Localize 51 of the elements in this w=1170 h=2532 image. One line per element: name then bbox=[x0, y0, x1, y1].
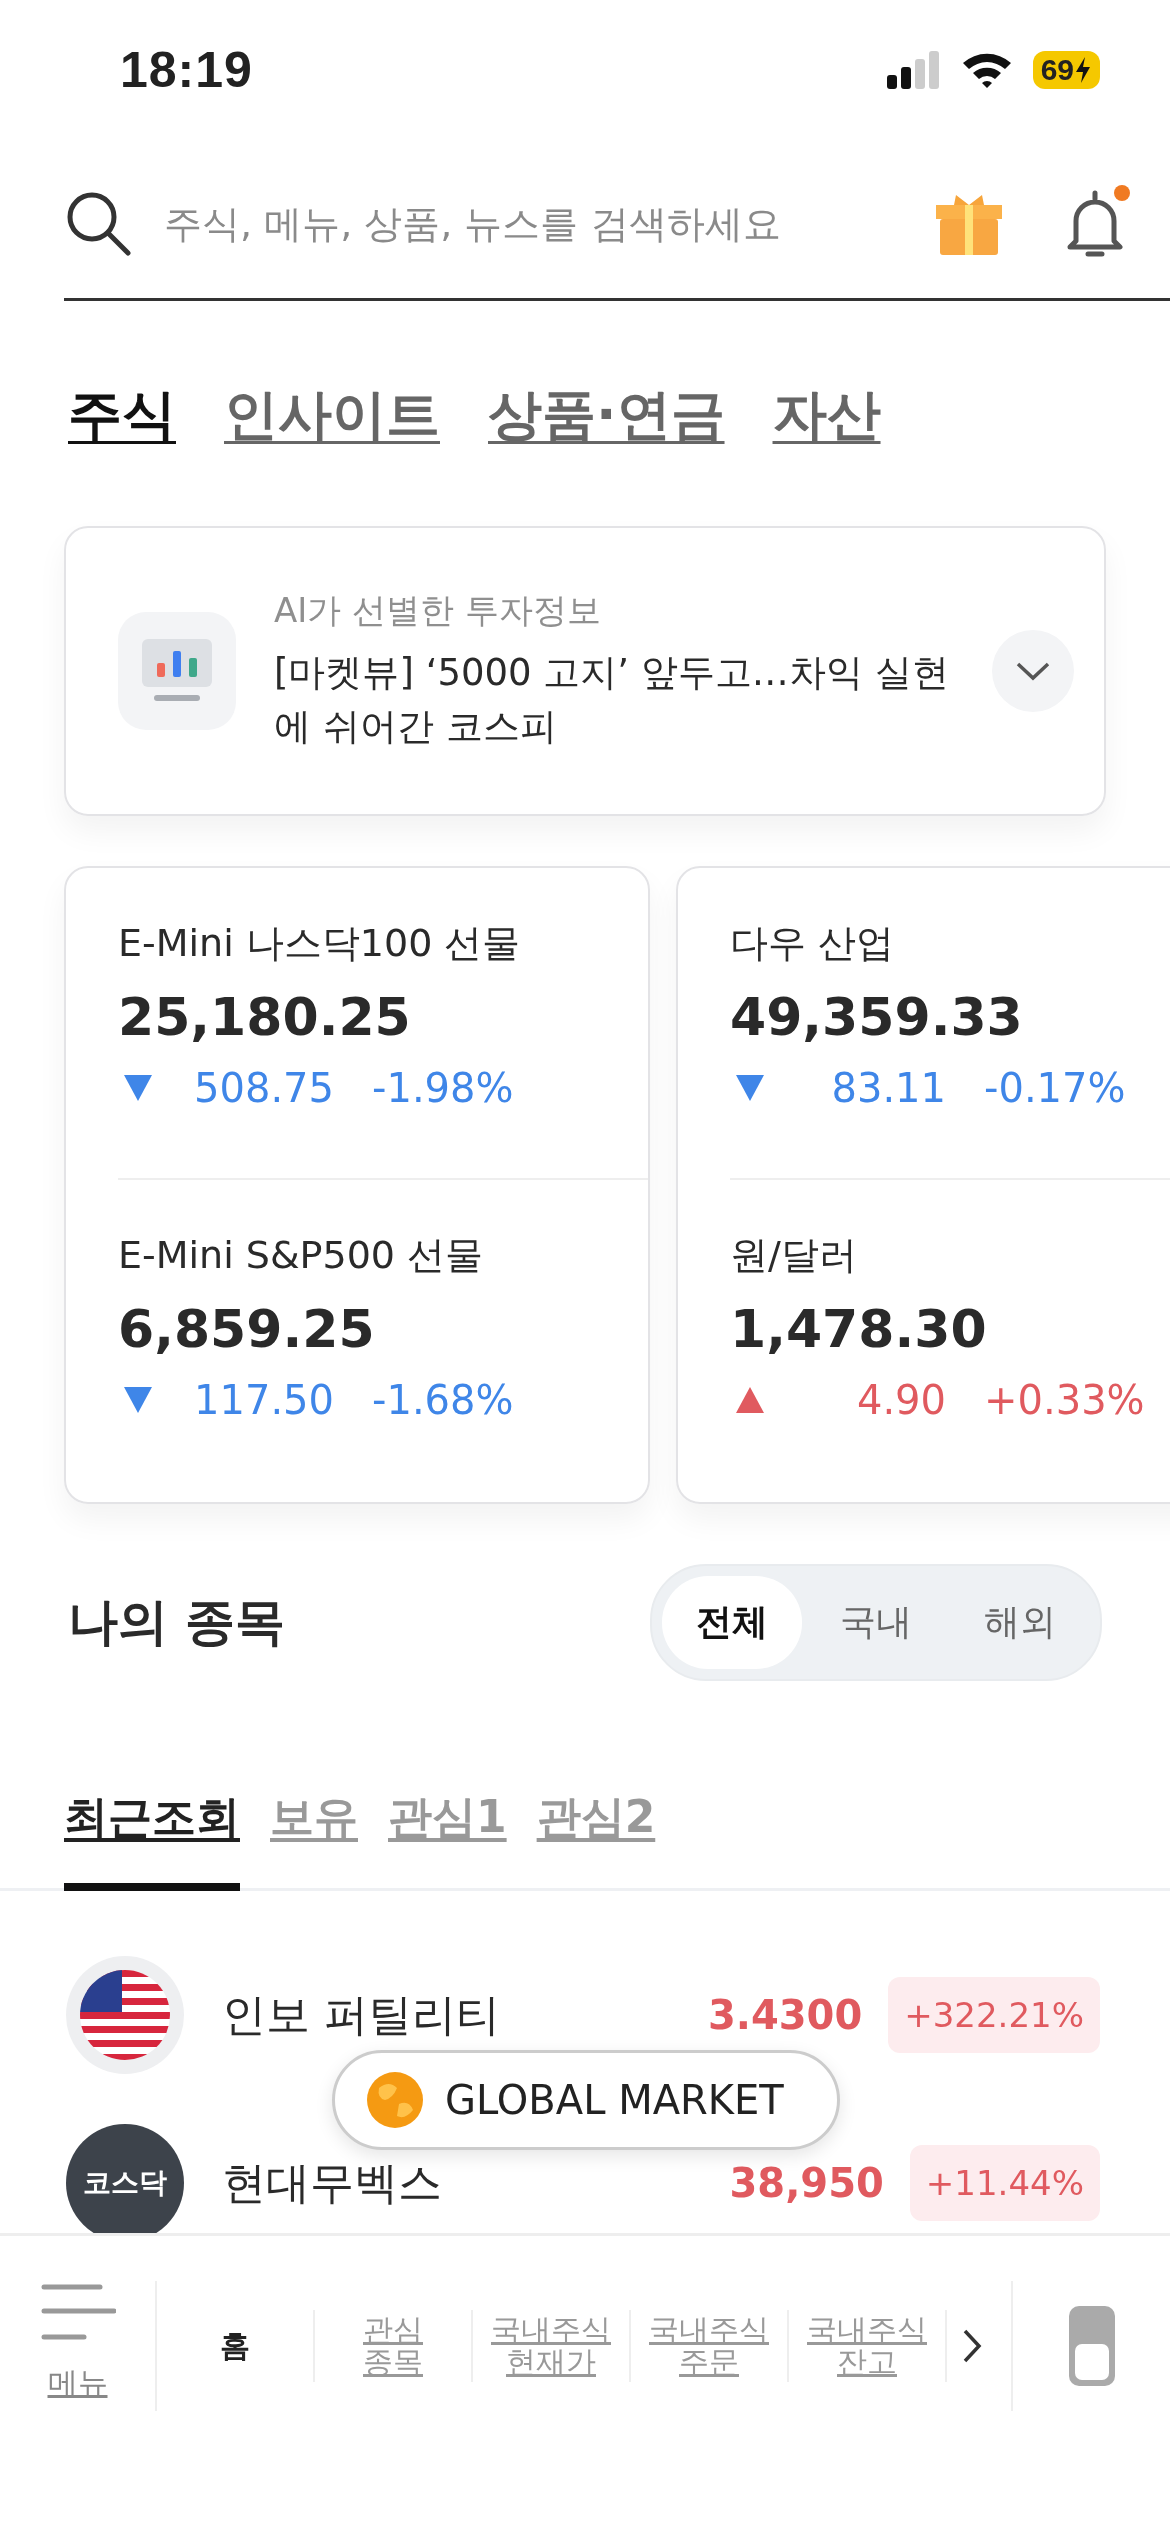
filter-option[interactable]: 전체 bbox=[662, 1576, 802, 1669]
chart-board-icon bbox=[118, 612, 236, 730]
globe-icon bbox=[365, 2070, 425, 2130]
section-tab[interactable]: 상품·연금 bbox=[488, 379, 725, 449]
stock-name[interactable]: 인보 퍼틸리티 bbox=[222, 1990, 500, 2040]
chevron-down-icon bbox=[1015, 661, 1051, 681]
change-badge: +322.21% bbox=[888, 1977, 1100, 2053]
quick-nav-item[interactable]: 홈 bbox=[157, 2310, 315, 2382]
ai-news-card[interactable]: AI가 선별한 투자정보 [마켓뷰] ‘5000 고지’ 앞두고…차익 실현에 쉬어간 코스피 bbox=[64, 526, 1106, 816]
menu-button[interactable]: 메뉴 bbox=[0, 2281, 157, 2411]
section-title: 나의 종목 bbox=[68, 1592, 286, 1653]
index-change: 117.50 bbox=[193, 1377, 334, 1423]
change-badge: +11.44% bbox=[909, 2145, 1100, 2221]
index-name: 원/달러 bbox=[730, 1232, 858, 1279]
index-percent: +0.33% bbox=[984, 1377, 1145, 1423]
index-percent: -1.98% bbox=[372, 1065, 514, 1111]
index-price: 6,859.25 bbox=[118, 1299, 376, 1359]
stock-name[interactable]: 현대무벡스 bbox=[222, 2158, 442, 2208]
index-price: 49,359.33 bbox=[730, 987, 1024, 1047]
news-headline[interactable]: [마켓뷰] ‘5000 고지’ 앞두고…차익 실현에 쉬어간 코스피 bbox=[274, 646, 954, 754]
chevron-right-icon[interactable] bbox=[962, 2328, 982, 2364]
signal-icon bbox=[886, 51, 941, 89]
status-time: 18:19 bbox=[120, 41, 253, 99]
market-card[interactable]: E-Mini 나스닥100 선물 25,180.25 508.75 -1.98% E-Mini S&P500 선물 6,859.25 117.50 -1.68% bbox=[64, 866, 650, 1504]
index-price: 1,478.30 bbox=[730, 1299, 988, 1359]
stock-price: 38,950 bbox=[729, 2160, 884, 2206]
index-price: 25,180.25 bbox=[118, 987, 412, 1047]
filter-option[interactable]: 국내 bbox=[806, 1576, 946, 1669]
index-change: 4.90 bbox=[855, 1377, 946, 1423]
section-tab[interactable]: 자산 bbox=[772, 379, 881, 449]
index-name: 다우 산업 bbox=[730, 920, 896, 967]
market-logo: 코스닥 bbox=[66, 2124, 184, 2233]
market-card[interactable]: 다우 산업 49,359.33 83.11 -0.17% 원/달러 1,478.30 4.90 +0.33% bbox=[676, 866, 1170, 1504]
global-market-button[interactable]: GLOBAL MARKET bbox=[332, 2050, 840, 2150]
index-name: E-Mini S&P500 선물 bbox=[118, 1232, 485, 1279]
index-percent: -0.17% bbox=[984, 1065, 1126, 1111]
charging-bolt-icon bbox=[1074, 57, 1092, 83]
section-tab[interactable]: 주식 bbox=[68, 379, 176, 449]
index-name: E-Mini 나스닥100 선물 bbox=[118, 920, 522, 967]
filter-option[interactable]: 해외 bbox=[950, 1576, 1090, 1669]
index-change: 508.75 bbox=[193, 1065, 334, 1111]
battery-level: 69 bbox=[1032, 51, 1100, 89]
section-tab[interactable]: 인사이트 bbox=[224, 379, 440, 449]
stock-price: 3.4300 bbox=[707, 1992, 863, 2038]
us-flag-icon bbox=[80, 1970, 170, 2060]
search-field[interactable]: 주식, 메뉴, 상품, 뉴스를 검색하세요 bbox=[164, 202, 904, 246]
toggle-icon[interactable] bbox=[1068, 2306, 1115, 2386]
index-percent: -1.68% bbox=[372, 1377, 514, 1423]
list-tab[interactable]: 최근조회 bbox=[64, 1761, 240, 1891]
index-change: 83.11 bbox=[830, 1065, 946, 1111]
ai-caption: AI가 선별한 투자정보 bbox=[274, 589, 602, 632]
